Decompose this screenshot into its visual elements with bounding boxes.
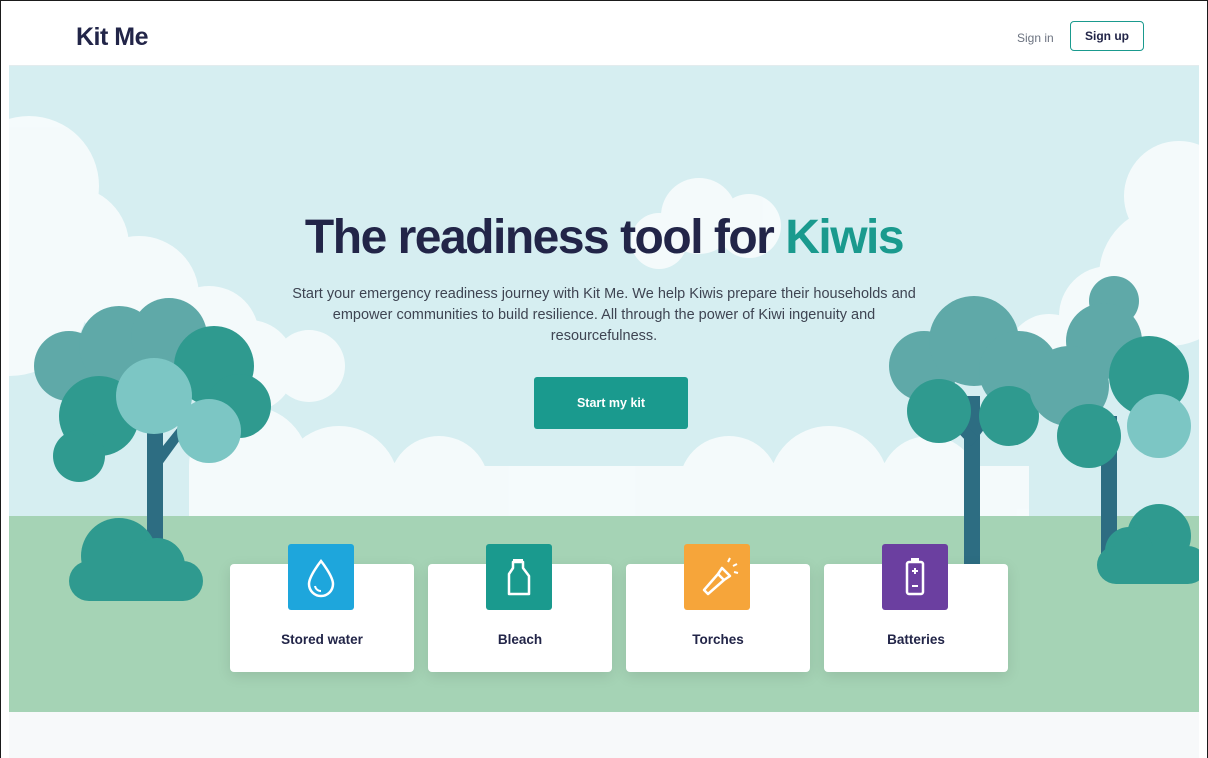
item-label: Stored water bbox=[281, 632, 363, 647]
kit-me-logo[interactable]: Kit Me bbox=[76, 23, 149, 52]
item-label: Bleach bbox=[497, 632, 543, 647]
hero-title-accent: Kiwis bbox=[785, 211, 904, 264]
site-header: Kit Me Sign in Sign up bbox=[9, 9, 1199, 66]
hero-title: The readiness tool for Kiwis bbox=[9, 210, 1199, 265]
item-label: Batteries bbox=[887, 632, 945, 647]
item-label: Torches bbox=[692, 632, 744, 647]
footer-strip bbox=[9, 712, 1199, 758]
item-card-stored-water[interactable]: Stored water bbox=[230, 544, 414, 672]
item-card-torches[interactable]: Torches bbox=[626, 544, 810, 672]
torch-icon bbox=[684, 544, 750, 610]
water-drop-icon bbox=[288, 544, 354, 610]
hero-section: The readiness tool for Kiwis Start your … bbox=[9, 66, 1199, 712]
item-card-batteries[interactable]: Batteries bbox=[824, 544, 1008, 672]
item-card-bleach[interactable]: Bleach bbox=[428, 544, 612, 672]
sign-up-button[interactable]: Sign up bbox=[1070, 21, 1144, 51]
start-my-kit-button[interactable]: Start my kit bbox=[534, 377, 688, 429]
bleach-bottle-icon bbox=[486, 544, 552, 610]
hero-title-main: The readiness tool for bbox=[304, 211, 786, 264]
hero-subtitle: Start your emergency readiness journey w… bbox=[292, 286, 916, 344]
sign-in-link[interactable]: Sign in bbox=[1017, 31, 1054, 45]
battery-icon bbox=[882, 544, 948, 610]
